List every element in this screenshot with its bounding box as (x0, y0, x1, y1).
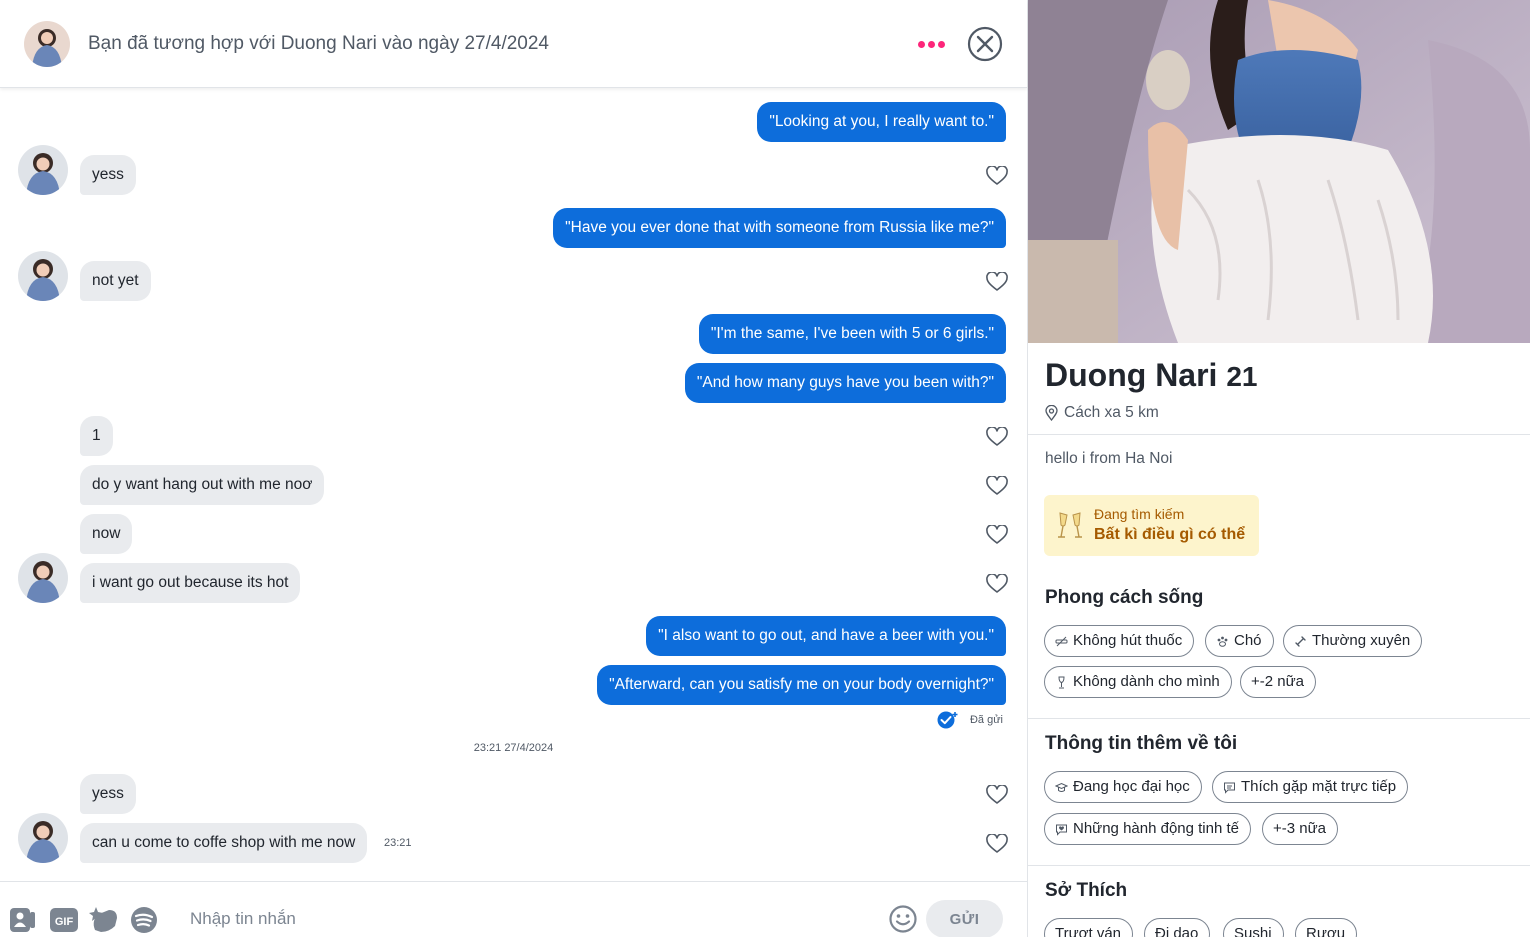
divider (1028, 865, 1530, 866)
champagne-icon (1058, 512, 1082, 538)
message-incoming: can u come to coffe shop with me now (80, 823, 368, 863)
gif-icon[interactable]: GIF (49, 904, 79, 934)
sender-avatar[interactable] (18, 251, 68, 301)
like-heart-icon[interactable] (986, 574, 1008, 594)
location-pin-icon (1045, 405, 1058, 421)
like-heart-icon[interactable] (986, 166, 1008, 186)
profile-name: Duong Nari (1045, 357, 1218, 393)
chip-education: Đang học đại học (1044, 771, 1202, 803)
chip-more-lifestyle[interactable]: +-2 nữa (1240, 666, 1316, 698)
app: Bạn đã tương hợp với Duong Nari vào ngày… (0, 0, 1530, 937)
heart-message-icon (1056, 824, 1067, 836)
message-incoming: now (80, 514, 133, 554)
looking-for-value: Bất kì điều gì có thể (1094, 526, 1246, 543)
spotify-icon[interactable] (129, 904, 159, 934)
profile-age: 21 (1226, 361, 1258, 392)
message-outgoing: "I'm the same, I've been with 5 or 6 gir… (698, 314, 1006, 354)
profile-name-row: Duong Nari 21 (1045, 357, 1257, 394)
match-avatar[interactable] (24, 21, 70, 67)
sent-label: Đã gửi (969, 714, 1003, 726)
message-composer: GIF GỬI (0, 881, 1027, 937)
chip-interest: Rượu (1295, 918, 1358, 937)
wine-glass-icon (1058, 676, 1065, 688)
sent-check-icon (937, 711, 958, 729)
more-info-title: Thông tin thêm về tôi (1045, 733, 1238, 754)
chip-workout: Thường xuyên (1283, 625, 1423, 657)
distance-text: Cách xa 5 km (1064, 404, 1159, 421)
match-title: Bạn đã tương hợp với Duong Nari vào ngày… (88, 33, 550, 54)
like-heart-icon[interactable] (986, 525, 1008, 545)
profile-panel: Duong Nari 21 Cách xa 5 km hello i from … (1028, 0, 1530, 937)
chat-header: Bạn đã tương hợp với Duong Nari vào ngày… (0, 0, 1027, 88)
paw-icon (1217, 636, 1228, 647)
profile-photo[interactable] (1028, 0, 1530, 343)
message-incoming: i want go out because its hot (80, 563, 301, 603)
message-outgoing: "I also want to go out, and have a beer … (646, 616, 1006, 656)
distance-row: Cách xa 5 km (1045, 404, 1159, 422)
chip-interest: Đi dạo (1144, 918, 1211, 937)
lifestyle-title: Phong cách sống (1045, 587, 1204, 608)
message-outgoing: "Have you ever done that with someone fr… (553, 208, 1006, 248)
like-heart-icon[interactable] (986, 834, 1008, 854)
looking-for-card: Đang tìm kiếm Bất kì điều gì có thể (1044, 495, 1259, 556)
message-input[interactable] (178, 904, 868, 934)
sender-avatar[interactable] (18, 145, 68, 195)
sticker-icon[interactable] (89, 904, 119, 934)
profile-bio: hello i from Ha Noi (1045, 450, 1173, 467)
chip-drinking: Không dành cho mình (1044, 666, 1232, 698)
message-outgoing: "Afterward, can you satisfy me on your b… (597, 665, 1006, 705)
chip-interest: Sushi (1223, 918, 1284, 937)
sent-status: Đã gửi (936, 710, 1003, 730)
more-options-icon[interactable] (913, 32, 949, 56)
chip-love-language: Những hành động tinh tế (1044, 813, 1252, 845)
message-outgoing: "Looking at you, I really want to." (757, 102, 1006, 142)
sender-avatar[interactable] (18, 553, 68, 603)
chat-bubble-icon (1224, 782, 1235, 794)
no-smoking-icon (1055, 636, 1068, 646)
looking-for-label: Đang tìm kiếm (1094, 506, 1185, 522)
message-time: 23:21 (384, 837, 412, 849)
message-incoming: do y want hang out with me noơ (80, 465, 325, 505)
like-heart-icon[interactable] (986, 476, 1008, 496)
interests-title: Sở Thích (1045, 880, 1128, 901)
chip-communication: Thích gặp mặt trực tiếp (1212, 771, 1409, 803)
graduation-cap-icon (1055, 782, 1068, 792)
emoji-icon[interactable] (888, 904, 918, 934)
gif-label: GIF (55, 916, 74, 928)
close-icon[interactable] (967, 26, 1003, 62)
message-timestamp: 23:21 27/4/2024 (473, 742, 554, 754)
like-heart-icon[interactable] (986, 272, 1008, 292)
chip-no-smoking: Không hút thuốc (1044, 625, 1195, 657)
dumbbell-icon (1295, 635, 1306, 647)
send-button[interactable]: GỬI (926, 900, 1003, 937)
divider (1028, 434, 1530, 435)
chat-panel: Bạn đã tương hợp với Duong Nari vào ngày… (0, 0, 1028, 937)
sender-avatar[interactable] (18, 813, 68, 863)
message-incoming: 1 (80, 416, 113, 456)
message-incoming: not yet (80, 261, 151, 301)
message-outgoing: "And how many guys have you been with?" (684, 363, 1006, 403)
contact-card-icon[interactable] (8, 904, 38, 934)
message-incoming: yess (80, 155, 136, 195)
chip-interest: Trượt ván (1044, 918, 1133, 937)
chip-pets: Chó (1205, 625, 1274, 657)
chip-more-info[interactable]: +-3 nữa (1262, 813, 1338, 845)
divider (1028, 718, 1530, 719)
like-heart-icon[interactable] (986, 785, 1008, 805)
message-incoming: yess (80, 774, 136, 814)
like-heart-icon[interactable] (986, 427, 1008, 447)
